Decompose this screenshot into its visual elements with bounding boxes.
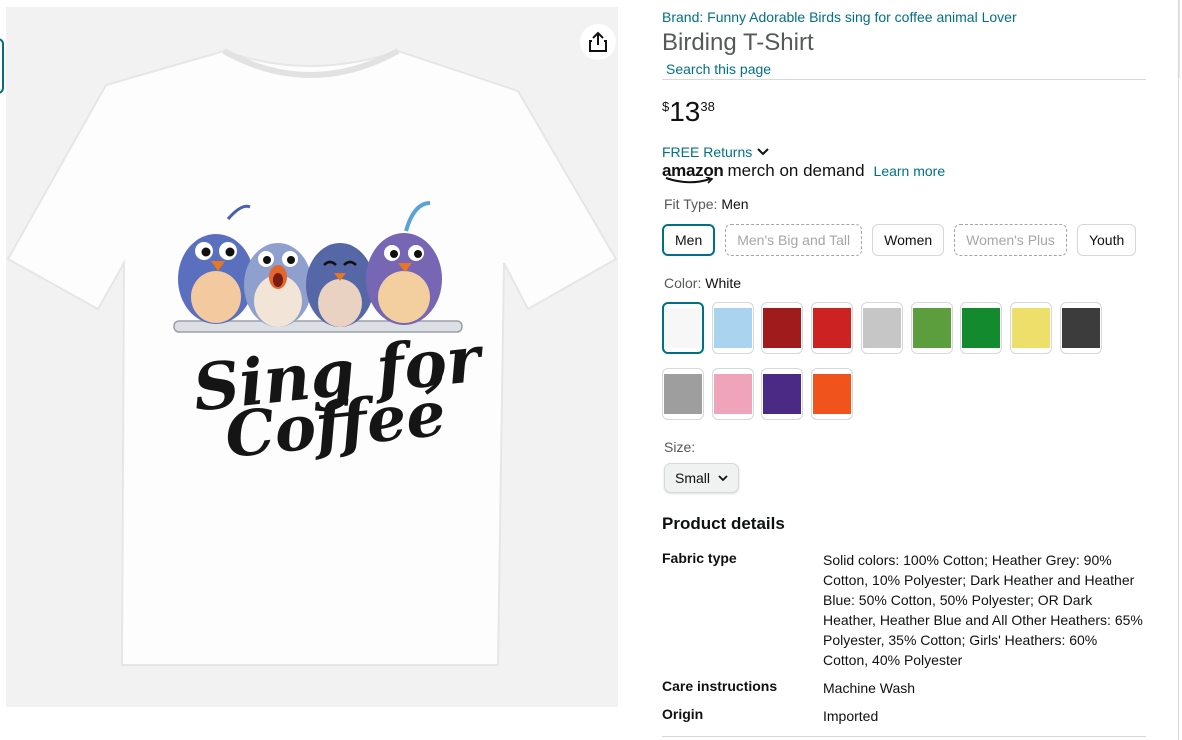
detail-key: Fabric type — [662, 550, 737, 566]
color-swatch-fill — [664, 308, 702, 348]
color-swatch[interactable] — [662, 368, 704, 420]
color-swatch-fill — [664, 374, 702, 414]
search-this-page-link[interactable]: Search this page — [666, 61, 771, 77]
color-swatch-fill — [1012, 308, 1050, 348]
thumbnail-selected-edge[interactable] — [0, 38, 4, 94]
color-swatch[interactable] — [712, 302, 754, 354]
color-swatch-fill — [863, 308, 901, 348]
color-swatch[interactable] — [960, 302, 1002, 354]
fit-option-men[interactable]: Men — [662, 224, 716, 256]
price: $1338 — [662, 96, 715, 128]
bird-2 — [244, 243, 312, 327]
color-swatch-fill — [962, 308, 1000, 348]
color-swatch[interactable] — [712, 368, 754, 420]
price-symbol: $ — [662, 99, 670, 114]
divider — [662, 79, 1146, 80]
price-whole: 13 — [669, 96, 701, 127]
color-swatch-fill — [714, 308, 752, 348]
detail-value: Machine Wash — [823, 680, 916, 696]
fit-type-options: Men Men's Big and Tall Women Women's Plu… — [662, 224, 1137, 256]
fit-option-mens-big-and-tall[interactable]: Men's Big and Tall — [725, 224, 863, 256]
side-panel-edge — [1178, 0, 1182, 740]
divider — [662, 736, 1146, 737]
color-swatch[interactable] — [861, 302, 903, 354]
color-swatch[interactable] — [761, 302, 803, 354]
free-returns-label: FREE Returns — [662, 144, 753, 160]
amazon-smile-icon — [665, 177, 714, 184]
color-swatch[interactable] — [1010, 302, 1052, 354]
color-swatch[interactable] — [761, 368, 803, 420]
chevron-down-icon — [718, 474, 728, 481]
detail-key: Origin — [662, 706, 704, 722]
color-swatch-fill — [1062, 308, 1100, 348]
merch-on-demand: amazon merch on demand Learn more — [662, 161, 946, 184]
color-swatch[interactable] — [911, 302, 953, 354]
product-details-heading: Product details — [662, 514, 785, 533]
bird-3 — [306, 243, 374, 327]
color-swatch-fill — [813, 374, 851, 414]
color-swatch[interactable] — [811, 368, 853, 420]
color-label: Color: White — [664, 275, 742, 291]
size-label: Size: — [664, 439, 696, 455]
fit-option-women[interactable]: Women — [872, 224, 945, 256]
fit-type-value: Men — [721, 196, 749, 212]
detail-value: Solid colors: 100% Cotton; Heather Grey:… — [823, 552, 1143, 668]
fit-option-womens-plus[interactable]: Women's Plus — [954, 224, 1067, 256]
free-returns-link[interactable]: FREE Returns — [662, 144, 769, 160]
color-swatch-fill — [813, 308, 851, 348]
color-swatch[interactable] — [662, 302, 704, 354]
learn-more-link[interactable]: Learn more — [874, 163, 946, 179]
detail-key: Care instructions — [662, 678, 778, 694]
brand-link[interactable]: Brand: Funny Adorable Birds sing for cof… — [662, 9, 1017, 25]
merch-on-demand-label: merch on demand — [727, 161, 865, 180]
color-value: White — [705, 275, 742, 291]
color-swatch[interactable] — [1060, 302, 1102, 354]
price-fraction: 38 — [700, 99, 715, 114]
fit-type-label: Fit Type: Men — [664, 196, 749, 212]
share-icon — [589, 31, 607, 52]
size-selected-value: Small — [675, 470, 711, 486]
size-dropdown[interactable]: Small — [664, 463, 740, 493]
color-swatch-fill — [714, 374, 752, 414]
share-button[interactable] — [580, 24, 616, 60]
product-title: Birding T-Shirt — [662, 29, 814, 56]
color-swatch-fill — [913, 308, 951, 348]
product-image[interactable]: Sing for Coffee — [6, 7, 618, 707]
fit-option-youth[interactable]: Youth — [1076, 224, 1137, 256]
chevron-down-icon — [757, 148, 769, 156]
color-swatch[interactable] — [811, 302, 853, 354]
amazon-logo: amazon — [662, 161, 724, 184]
detail-value: Imported — [823, 708, 879, 724]
color-swatch-fill — [763, 374, 801, 414]
color-swatch-fill — [763, 308, 801, 348]
tshirt-image: Sing for Coffee — [6, 48, 618, 666]
